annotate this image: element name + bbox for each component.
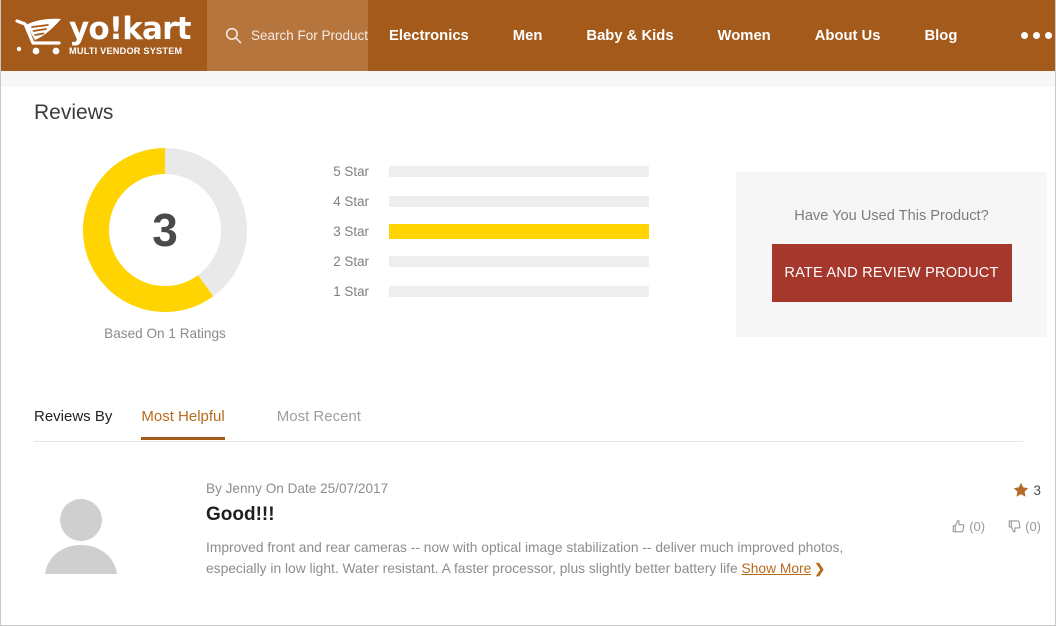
review-body: By Jenny On Date 25/07/2017 Good!!! Impr…	[206, 481, 906, 579]
rating-bar-track-5	[389, 165, 649, 177]
thumbs-down-icon	[1008, 520, 1021, 533]
review-author-and-date: By Jenny On Date 25/07/2017	[206, 481, 389, 496]
thumbs-up-count: (0)	[969, 519, 986, 534]
thumbs-up-button[interactable]: (0)	[951, 519, 985, 534]
rating-bar-row-3[interactable]: 3 Star	[319, 216, 649, 246]
page-root: yo!kart MULTI VENDOR SYSTEM Search For P…	[0, 0, 1056, 626]
rating-bar-track-1	[389, 285, 649, 297]
rating-bar-label-2: 2 Star	[333, 253, 369, 269]
main-nav: Electronics Men Baby & Kids Women About …	[368, 0, 1055, 71]
rating-bar-label-4: 4 Star	[333, 193, 369, 209]
rate-product-prompt: Have You Used This Product?	[794, 207, 989, 224]
rating-bar-fill-3	[389, 223, 649, 239]
review-title: Good!!!	[206, 504, 275, 525]
page-title: Reviews	[34, 101, 114, 124]
thumbs-down-count: (0)	[1025, 519, 1041, 534]
rating-bar-track-4	[389, 195, 649, 207]
thumbs-up-icon	[952, 520, 965, 533]
chevron-right-icon[interactable]: ❯	[814, 558, 825, 579]
site-logo[interactable]: yo!kart MULTI VENDOR SYSTEM	[1, 0, 207, 71]
rating-bar-row-2[interactable]: 2 Star	[319, 246, 649, 276]
rating-distribution-bars: 5 Star 4 Star 3 Star 2 Star 1 Star	[319, 156, 649, 306]
review-vote-controls: (0) (0)	[951, 519, 1041, 534]
review-star-rating: 3	[1013, 482, 1041, 498]
logo-tagline: MULTI VENDOR SYSTEM	[69, 46, 183, 57]
rating-bar-track-3	[389, 223, 649, 239]
site-header: yo!kart MULTI VENDOR SYSTEM Search For P…	[1, 0, 1055, 71]
search-icon	[225, 27, 242, 44]
review-rating-value: 3	[1033, 482, 1041, 498]
tab-most-helpful[interactable]: Most Helpful	[141, 400, 225, 440]
rating-bar-label-3: 3 Star	[333, 223, 369, 239]
review-text-wrapper: Improved front and rear cameras -- now w…	[206, 537, 856, 579]
average-rating-value: 3	[152, 204, 178, 256]
average-rating-donut: 3 Based On 1 Ratings	[83, 148, 247, 341]
logo-name: yo!kart	[69, 11, 191, 48]
nav-item-electronics[interactable]: Electronics	[389, 28, 469, 44]
star-filled-icon	[1013, 482, 1028, 497]
rating-bar-row-4[interactable]: 4 Star	[319, 186, 649, 216]
nav-item-blog[interactable]: Blog	[924, 28, 957, 44]
rating-bar-track-2	[389, 255, 649, 267]
rate-product-panel: Have You Used This Product? RATE AND REV…	[736, 172, 1047, 337]
nav-item-baby-and-kids[interactable]: Baby & Kids	[586, 28, 673, 44]
rating-bar-row-5[interactable]: 5 Star	[319, 156, 649, 186]
tab-most-recent[interactable]: Most Recent	[277, 400, 361, 440]
reviews-by-label: Reviews By	[34, 408, 113, 425]
thumbs-down-button[interactable]: (0)	[1007, 519, 1041, 534]
ratings-count-caption: Based On 1 Ratings	[104, 326, 226, 341]
shopping-cart-icon	[15, 18, 61, 54]
donut-chart: 3	[83, 148, 247, 312]
rate-and-review-product-button[interactable]: RATE AND REVIEW PRODUCT	[771, 243, 1012, 302]
reviews-sort-tabs: Reviews By Most Helpful Most Recent	[34, 400, 1023, 442]
rating-bar-row-1[interactable]: 1 Star	[319, 276, 649, 306]
rating-summary: 3 Based On 1 Ratings 5 Star 4 Star 3 Sta…	[1, 143, 1055, 348]
user-avatar-icon	[45, 499, 117, 574]
nav-item-men[interactable]: Men	[513, 28, 543, 44]
search-placeholder: Search For Product	[251, 28, 369, 43]
ellipsis-icon[interactable]	[1021, 32, 1053, 39]
rating-bar-label-5: 5 Star	[333, 163, 369, 179]
search-input[interactable]: Search For Product	[207, 0, 368, 71]
nav-item-about-us[interactable]: About Us	[815, 28, 881, 44]
header-bottom-strip	[1, 71, 1055, 87]
nav-item-women[interactable]: Women	[718, 28, 771, 44]
show-more-link[interactable]: Show More	[742, 561, 812, 576]
rating-bar-label-1: 1 Star	[333, 283, 369, 299]
